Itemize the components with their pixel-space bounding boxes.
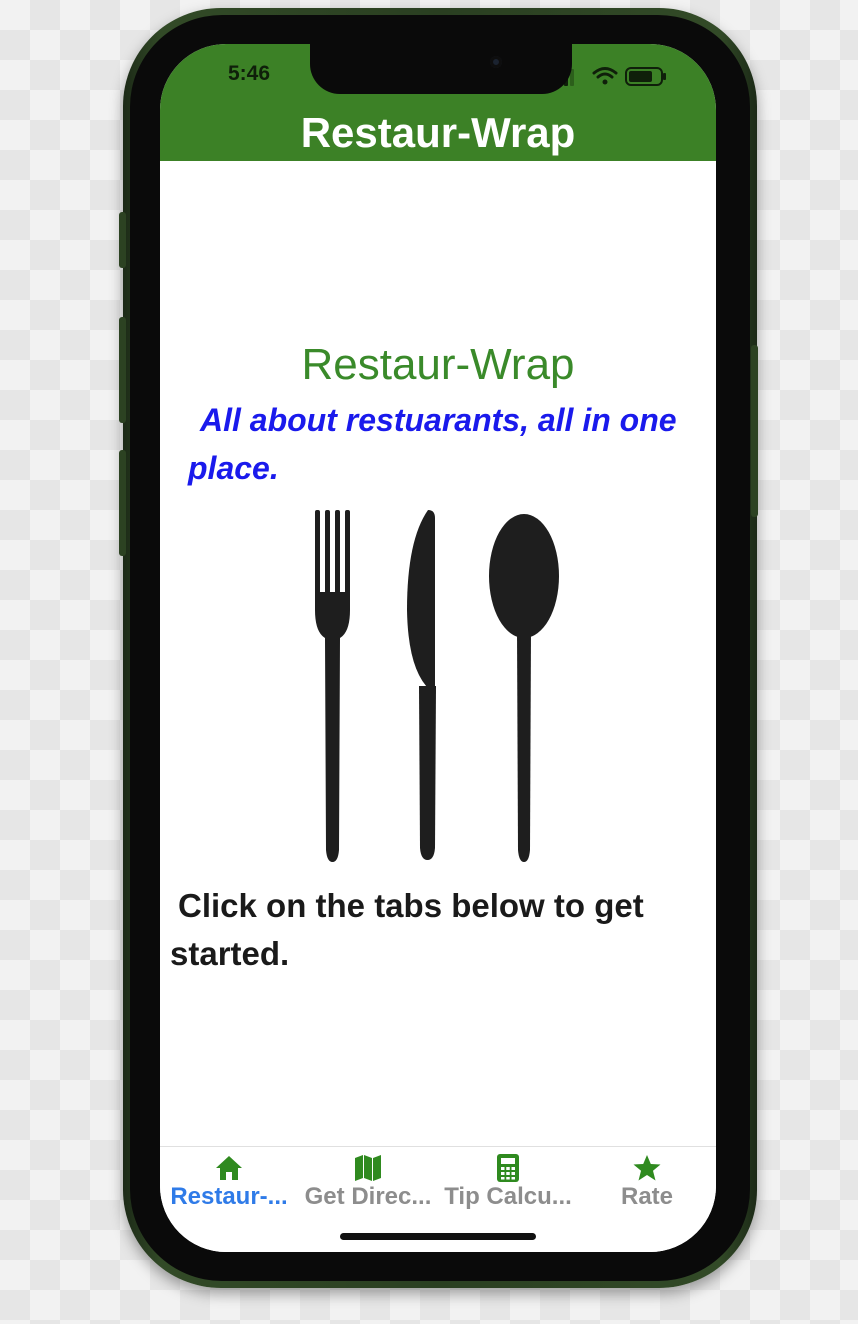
- tagline: All about restuarants, all in one place.: [188, 402, 677, 486]
- tab-rate[interactable]: Rate: [578, 1147, 716, 1217]
- tab-get-directions[interactable]: Get Direc...: [298, 1147, 438, 1217]
- power-button: [751, 345, 758, 517]
- mute-switch: [119, 212, 126, 268]
- home-icon: [216, 1156, 242, 1180]
- map-icon: [355, 1155, 381, 1181]
- cutlery-illustration: [315, 510, 559, 862]
- battery-icon: [625, 67, 666, 86]
- notch: [310, 44, 572, 94]
- phone-screen: 5:46 Restaur-Wrap Restaur-Wrap All about…: [160, 44, 716, 1252]
- knife-icon: [407, 510, 436, 860]
- star-icon: [633, 1155, 661, 1181]
- tab-tip-calculator[interactable]: Tip Calcu...: [438, 1147, 578, 1217]
- front-camera: [490, 56, 502, 68]
- volume-up-button: [119, 317, 126, 423]
- status-time: 5:46: [228, 62, 271, 85]
- app-header: 5:46 Restaur-Wrap: [160, 44, 716, 161]
- calculator-icon: [497, 1154, 519, 1182]
- header-title: Restaur-Wrap: [300, 109, 576, 156]
- tab-label: Get Direc...: [304, 1183, 432, 1210]
- instructions-text: Click on the tabs below to get started.: [170, 887, 644, 972]
- tab-label: Tip Calcu...: [444, 1183, 572, 1210]
- tab-home[interactable]: Restaur-...: [160, 1147, 298, 1217]
- tab-label: Restaur-...: [170, 1183, 288, 1210]
- home-indicator[interactable]: [340, 1233, 536, 1240]
- spoon-icon: [489, 514, 559, 862]
- fork-icon: [315, 510, 350, 862]
- volume-down-button: [119, 450, 126, 556]
- wifi-icon: [592, 67, 618, 85]
- status-icons: [558, 67, 666, 86]
- tab-label: Rate: [620, 1183, 674, 1210]
- page-title: Restaur-Wrap: [301, 340, 575, 389]
